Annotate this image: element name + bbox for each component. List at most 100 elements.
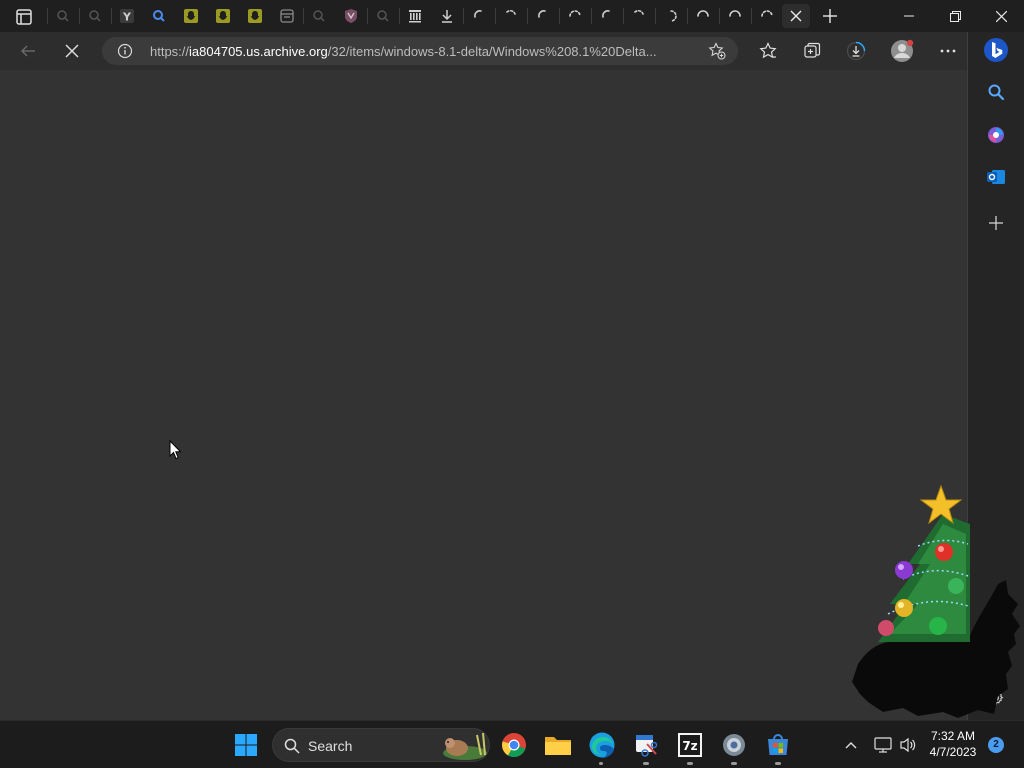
taskbar-search-box[interactable]: Search — [272, 728, 490, 762]
tab-22[interactable] — [721, 4, 749, 28]
taskbar-clock[interactable]: 7:32 AM 4/7/2023 — [918, 728, 988, 760]
sidebar-outlook-button[interactable] — [982, 163, 1010, 191]
tab-3[interactable]: Y — [113, 4, 141, 28]
url-prefix: https:// — [150, 44, 190, 59]
ornament-purple — [895, 561, 913, 579]
new-tab-button[interactable] — [818, 4, 842, 28]
tab-separator — [527, 8, 528, 24]
restore-button[interactable] — [932, 0, 978, 32]
tab-separator — [495, 8, 496, 24]
bing-chat-button[interactable] — [982, 36, 1010, 64]
search-label: Search — [308, 738, 353, 754]
url-path: /32/items/windows-8.1-delta/Windows%208.… — [327, 44, 657, 59]
network-status-button[interactable] — [870, 729, 896, 761]
stop-loading-button[interactable] — [58, 37, 86, 65]
profile-button[interactable] — [888, 37, 916, 65]
tab-16[interactable] — [529, 4, 557, 28]
tab-12[interactable] — [401, 4, 429, 28]
tab-5[interactable] — [177, 4, 205, 28]
tab-separator — [367, 8, 368, 24]
notification-badge[interactable]: 2 — [988, 737, 1004, 753]
loading-spinner-icon — [538, 10, 546, 18]
store-icon — [768, 734, 788, 755]
blue-search-icon — [153, 10, 165, 22]
taskbar-snipping-tool[interactable] — [630, 729, 662, 761]
url-text[interactable]: https://ia804705.us.archive.org/32/items… — [150, 44, 700, 59]
loading-spinner-icon — [761, 10, 773, 17]
taskbar-store[interactable] — [762, 729, 794, 761]
site-info-icon[interactable] — [117, 43, 133, 59]
tab-13[interactable] — [433, 4, 461, 28]
sidebar-tools-button[interactable] — [982, 121, 1010, 149]
settings-menu-button[interactable] — [934, 37, 962, 65]
start-button[interactable] — [230, 729, 262, 761]
avatar-icon — [891, 39, 914, 62]
taskbar-edge[interactable] — [586, 729, 618, 761]
search-icon — [57, 10, 69, 22]
tab-separator — [559, 8, 560, 24]
tab-6[interactable] — [209, 4, 237, 28]
christmas-tree-decoration — [852, 484, 1020, 718]
chrome-icon — [502, 733, 526, 757]
tab-7[interactable] — [241, 4, 269, 28]
tab-20[interactable] — [657, 4, 685, 28]
tab-14[interactable] — [465, 4, 493, 28]
browser-toolbar: https://ia804705.us.archive.org/32/items… — [0, 32, 1024, 70]
tab-actions-menu-button[interactable] — [10, 7, 38, 27]
sidebar-add-button[interactable] — [982, 209, 1010, 237]
add-favorite-icon[interactable] — [708, 42, 726, 60]
address-bar[interactable]: https://ia804705.us.archive.org/32/items… — [102, 37, 738, 65]
close-window-button[interactable] — [978, 0, 1024, 32]
minimize-icon — [904, 15, 914, 17]
tab-11[interactable] — [369, 4, 397, 28]
tab-1[interactable] — [49, 4, 77, 28]
collections-icon — [804, 42, 821, 58]
tab-separator — [47, 8, 48, 24]
store-running-indicator — [775, 762, 781, 765]
beaver-highlight-icon — [443, 732, 487, 760]
volume-button[interactable] — [896, 729, 920, 761]
tab-19[interactable] — [625, 4, 653, 28]
tab-2[interactable] — [81, 4, 109, 28]
clock-time: 7:32 AM — [930, 729, 976, 743]
tab-4[interactable] — [145, 4, 173, 28]
loading-spinner-icon — [729, 10, 741, 17]
ornament-highlight — [898, 564, 904, 570]
tab-21[interactable] — [689, 4, 717, 28]
tab-17[interactable] — [561, 4, 589, 28]
ornament-pink — [878, 620, 894, 636]
download-icon — [442, 10, 452, 23]
tab-23[interactable] — [753, 4, 781, 28]
stop-icon — [65, 44, 79, 58]
edge-running-indicator — [599, 762, 603, 765]
collections-button[interactable] — [798, 37, 826, 65]
tab-actions-icon — [16, 9, 32, 25]
show-hidden-icons-button[interactable] — [836, 729, 866, 761]
tab-separator — [623, 8, 624, 24]
chevron-up-icon — [845, 742, 857, 749]
gear-icon — [723, 734, 745, 756]
tab-10[interactable] — [337, 4, 365, 28]
taskbar-7zip[interactable]: 7z — [674, 729, 706, 761]
taskbar-settings[interactable] — [718, 729, 750, 761]
minimize-button[interactable] — [886, 0, 932, 32]
ornament-yellow — [895, 599, 913, 617]
page-content[interactable] — [0, 70, 967, 720]
downloads-button[interactable] — [842, 37, 870, 65]
active-tab[interactable] — [782, 4, 810, 28]
tab-9[interactable] — [305, 4, 333, 28]
tab-separator — [591, 8, 592, 24]
archive-icon — [409, 10, 421, 23]
tab-15[interactable] — [497, 4, 525, 28]
favorites-button[interactable] — [754, 37, 782, 65]
tab-8[interactable] — [273, 4, 301, 28]
outlook-icon — [987, 170, 1005, 184]
back-button[interactable] — [14, 37, 42, 65]
close-tab-icon[interactable] — [790, 10, 802, 22]
taskbar-chrome[interactable] — [498, 729, 530, 761]
ornament-highlight — [898, 602, 904, 608]
taskbar-file-explorer[interactable] — [542, 729, 574, 761]
drop-icon — [988, 127, 1004, 143]
sidebar-search-button[interactable] — [982, 78, 1010, 106]
tab-18[interactable] — [593, 4, 621, 28]
